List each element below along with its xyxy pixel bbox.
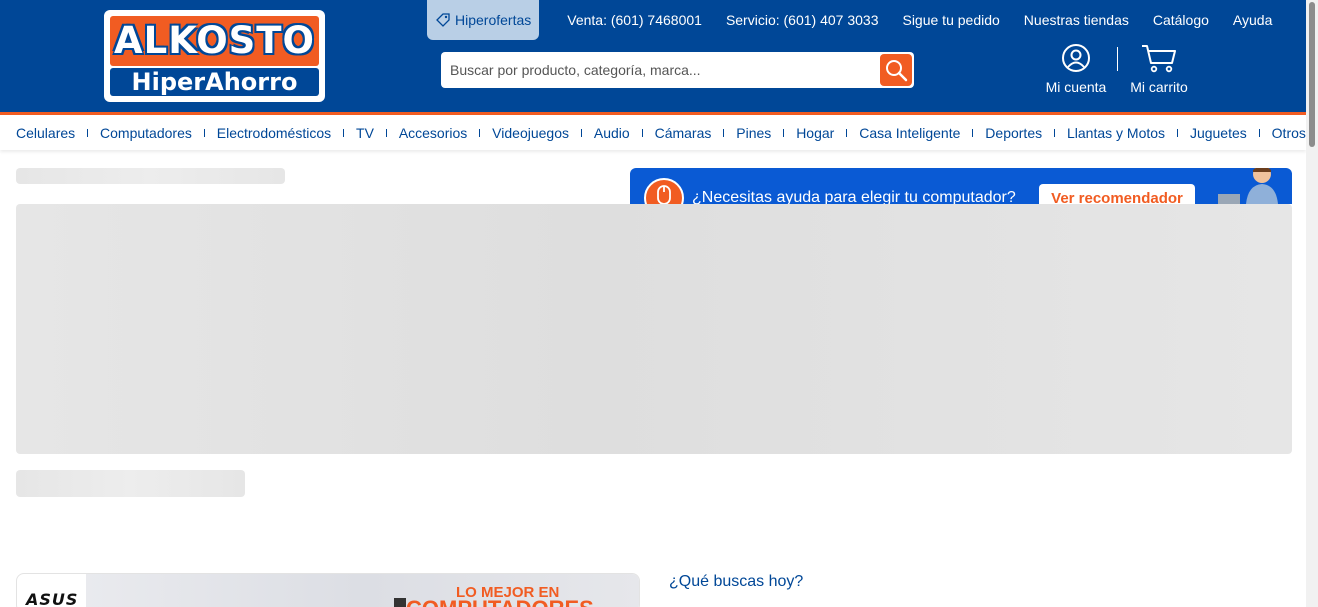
category-juguetes[interactable]: Juguetes <box>1190 125 1247 141</box>
my-cart-button[interactable]: Mi carrito <box>1124 42 1194 95</box>
hiperofertas-label: Hiperofertas <box>455 12 532 28</box>
promo-banner[interactable]: ASUS LO MEJOR EN COMPUTADORES <box>16 573 640 607</box>
breadcrumb-skeleton <box>16 168 285 184</box>
view-recommender-button[interactable]: Ver recomendador <box>1039 184 1195 204</box>
search-button[interactable] <box>880 54 912 86</box>
category-audio[interactable]: Audio <box>594 125 630 141</box>
computer-help-banner[interactable]: ¿Necesitas ayuda para elegir tu computad… <box>630 168 1292 204</box>
category-divider <box>641 128 643 137</box>
user-icon <box>1062 44 1090 72</box>
category-navigation: Celulares Computadores Electrodomésticos… <box>0 115 1306 150</box>
category-divider <box>846 128 848 137</box>
category-tv[interactable]: TV <box>356 125 374 141</box>
person-with-laptop-illustration <box>1218 168 1278 204</box>
category-divider <box>1177 128 1178 137</box>
product-box-shape <box>394 598 406 607</box>
category-divider <box>1054 128 1055 137</box>
logo-wordmark: ALKOSTO <box>110 16 319 66</box>
promo-headline-line2: COMPUTADORES <box>406 596 594 607</box>
category-computadores[interactable]: Computadores <box>100 125 192 141</box>
section-title: ¿Qué buscas hoy? <box>669 573 804 590</box>
category-accesorios[interactable]: Accesorios <box>399 125 467 141</box>
my-cart-label: Mi carrito <box>1130 79 1188 95</box>
category-divider <box>580 128 582 137</box>
header-divider <box>1117 47 1118 71</box>
banner-skeleton <box>16 204 1292 454</box>
category-videojuegos[interactable]: Videojuegos <box>492 125 569 141</box>
search-input[interactable] <box>441 52 877 88</box>
alkosto-logo[interactable]: ALKOSTO HiperAhorro <box>104 10 325 102</box>
category-otros[interactable]: Otros <box>1272 125 1306 141</box>
category-divider <box>203 128 205 137</box>
category-casa-inteligente[interactable]: Casa Inteligente <box>859 125 960 141</box>
my-account-button[interactable]: Mi cuenta <box>1041 42 1111 95</box>
category-divider <box>1258 128 1260 137</box>
category-divider <box>87 128 89 137</box>
help-banner-text: ¿Necesitas ayuda para elegir tu computad… <box>692 189 1016 204</box>
my-account-label: Mi cuenta <box>1045 79 1107 95</box>
promo-image: LO MEJOR EN COMPUTADORES <box>86 574 639 607</box>
category-divider <box>723 128 725 137</box>
sales-phone-link[interactable]: Venta: (601) 7468001 <box>567 12 702 28</box>
category-camaras[interactable]: Cámaras <box>655 125 712 141</box>
category-pines[interactable]: Pines <box>736 125 771 141</box>
category-celulares[interactable]: Celulares <box>16 125 75 141</box>
service-phone-link[interactable]: Servicio: (601) 407 3033 <box>726 12 879 28</box>
vertical-scrollbar[interactable] <box>1306 0 1318 607</box>
catalog-link[interactable]: Catálogo <box>1153 12 1209 28</box>
top-navigation: Hiperofertas Venta: (601) 7468001 Servic… <box>427 0 1284 40</box>
category-hogar[interactable]: Hogar <box>796 125 834 141</box>
scrollbar-thumb[interactable] <box>1309 2 1315 147</box>
category-divider <box>972 128 974 137</box>
search-icon <box>886 60 908 82</box>
category-divider <box>479 128 481 137</box>
category-llantas-motos[interactable]: Llantas y Motos <box>1067 125 1165 141</box>
cart-icon <box>1142 45 1176 73</box>
hiperofertas-link[interactable]: Hiperofertas <box>427 0 540 40</box>
category-electrodomesticos[interactable]: Electrodomésticos <box>217 125 331 141</box>
logo-tagline: HiperAhorro <box>110 68 319 96</box>
asus-logo: ASUS <box>26 590 79 607</box>
category-divider <box>385 128 387 137</box>
search-bar <box>441 52 914 88</box>
category-divider <box>343 128 345 137</box>
category-deportes[interactable]: Deportes <box>985 125 1042 141</box>
tag-icon <box>436 13 450 27</box>
help-link[interactable]: Ayuda <box>1233 12 1272 28</box>
mouse-icon <box>644 178 684 204</box>
title-skeleton <box>16 470 245 497</box>
category-divider <box>783 128 785 137</box>
track-order-link[interactable]: Sigue tu pedido <box>902 12 999 28</box>
stores-link[interactable]: Nuestras tiendas <box>1024 12 1129 28</box>
